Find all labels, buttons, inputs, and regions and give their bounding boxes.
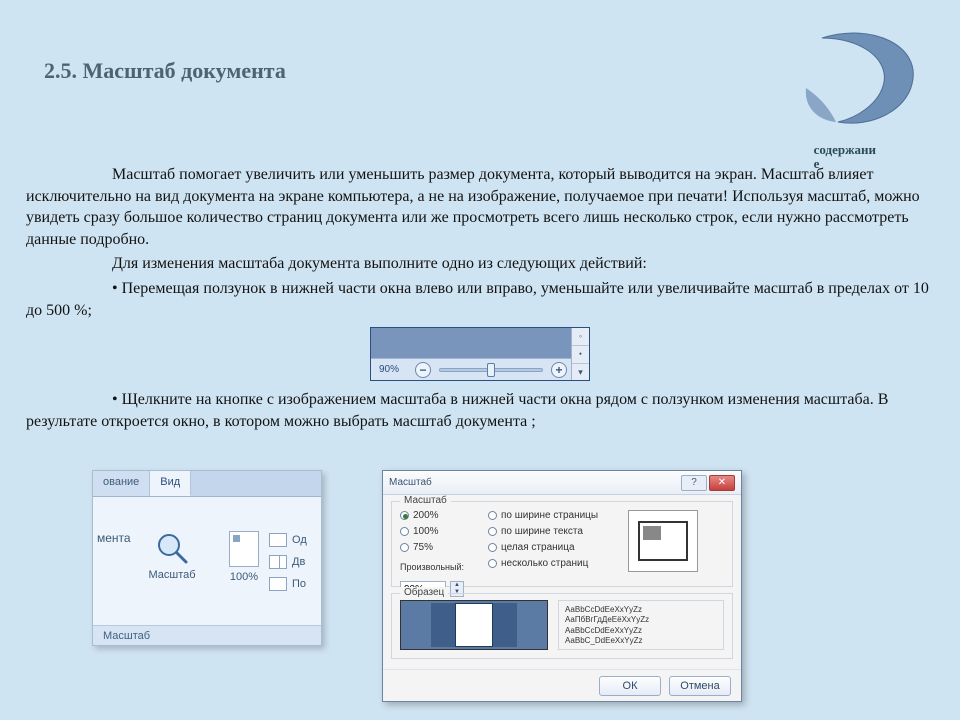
dialog-title: Масштаб [389, 477, 679, 488]
scroll-up-stub: ◦ [572, 328, 589, 346]
ribbon-twopage-button[interactable]: Дв [269, 555, 315, 569]
magnifier-icon [155, 531, 189, 565]
group-zoom-legend: Масштаб [400, 495, 451, 506]
radio-200[interactable]: 200% [400, 510, 480, 521]
pagewidth-label: По [292, 578, 306, 590]
zoom-out-button[interactable]: − [415, 362, 431, 378]
pagewidth-icon [269, 577, 287, 591]
ribbon-zoom-label: Масштаб [137, 569, 207, 581]
zoom-slider-thumb[interactable] [487, 363, 495, 377]
ribbon-onepage-button[interactable]: Од [269, 533, 315, 547]
ribbon-pagewidth-button[interactable]: По [269, 577, 315, 591]
figure-zoom-dialog: Масштаб ? ✕ Масштаб 200% 100% 75% Произв… [382, 470, 742, 702]
zoom-in-button[interactable]: + [551, 362, 567, 378]
cancel-button[interactable]: Отмена [669, 676, 731, 696]
page-icon [229, 531, 259, 567]
section-heading: 2.5. Масштаб документа [44, 58, 286, 84]
zoom-slider-track[interactable] [439, 368, 543, 372]
twopage-icon [269, 555, 287, 569]
paragraph-instr: Для изменения масштаба документа выполни… [26, 253, 934, 275]
help-button[interactable]: ? [681, 475, 707, 491]
pages-preview [400, 600, 548, 650]
radio-100[interactable]: 100% [400, 526, 480, 537]
ribbon-tab-cut[interactable]: ование [93, 471, 150, 496]
font-sample-box: АаBbСсDdEeXxYyZz АаПбВгГдДеЕёXxYyZz АаBb… [558, 600, 724, 650]
ribbon-zoom-button[interactable]: Масштаб [137, 531, 207, 581]
bullet-dialog: Щелкните на кнопке с изображением масшта… [26, 389, 934, 432]
paragraph-intro: Масштаб помогает увеличить или уменьшить… [26, 164, 934, 250]
radio-manypages[interactable]: несколько страниц [488, 558, 620, 569]
scroll-down-stub: ▾ [572, 364, 589, 381]
close-button[interactable]: ✕ [709, 475, 735, 491]
ok-button[interactable]: ОК [599, 676, 661, 696]
decorative-ribbon-graphic [802, 28, 922, 133]
twopage-label: Дв [292, 556, 305, 568]
scroll-mid-stub: • [572, 346, 589, 364]
onepage-icon [269, 533, 287, 547]
ribbon-leftover-text: мента [97, 531, 131, 545]
group-sample-legend: Образец [400, 587, 448, 598]
spin-label: Произвольный: [400, 562, 464, 572]
zoom-percent-button[interactable]: 90% [371, 363, 411, 377]
onepage-label: Од [292, 534, 307, 546]
monitor-preview-icon [628, 510, 698, 572]
radio-pagewidth[interactable]: по ширине страницы [488, 510, 620, 521]
figure-zoom-slider: ◦ • ▾ 90% − + [370, 327, 590, 381]
radio-textwidth[interactable]: по ширине текста [488, 526, 620, 537]
ribbon-tab-view[interactable]: Вид [150, 471, 191, 496]
bullet-slider: Перемещая ползунок в нижней части окна в… [26, 278, 934, 321]
ribbon-group-caption: Масштаб [93, 625, 321, 645]
body-text: Масштаб помогает увеличить или уменьшить… [26, 164, 934, 435]
radio-75[interactable]: 75% [400, 542, 480, 553]
radio-wholepage[interactable]: целая страница [488, 542, 620, 553]
figure-ribbon-zoom-group: ование Вид мента Масштаб 100% Од Дв По М… [92, 470, 322, 646]
